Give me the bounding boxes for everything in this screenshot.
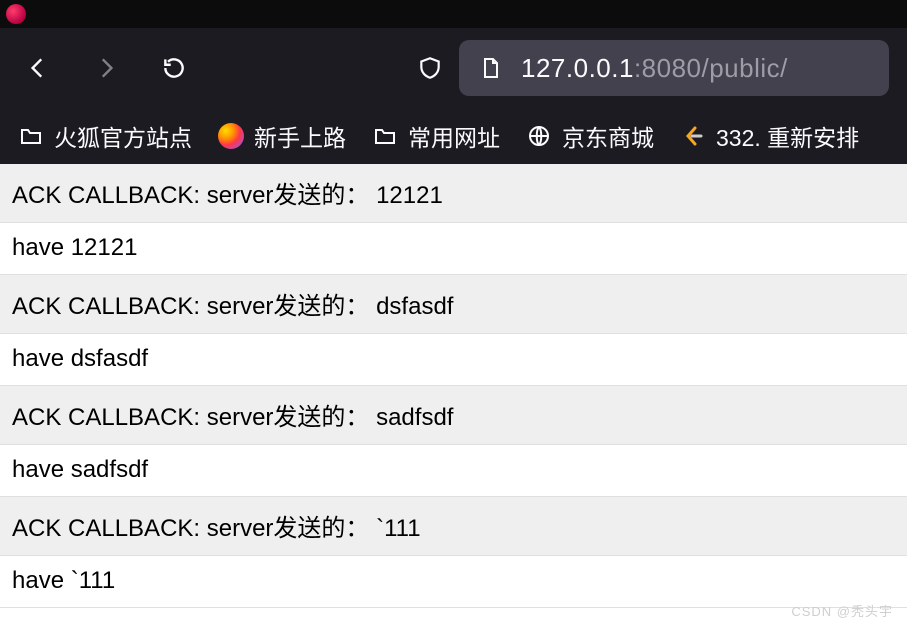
- url-bar[interactable]: 127.0.0.1:8080/public/: [459, 40, 889, 96]
- site-identity-button[interactable]: [473, 51, 507, 85]
- bookmark-item-common-sites[interactable]: 常用网址: [372, 119, 500, 153]
- watermark: CSDN @秃头宇: [791, 601, 893, 620]
- bookmark-label: 火狐官方站点: [54, 119, 192, 153]
- reload-button[interactable]: [154, 48, 194, 88]
- url-path: :8080/public/: [634, 53, 788, 83]
- leetcode-icon: [680, 123, 706, 149]
- bookmark-label: 332. 重新安排: [716, 119, 859, 153]
- back-button[interactable]: [18, 48, 58, 88]
- list-item: have sadfsdf: [0, 445, 907, 497]
- folder-icon: [372, 123, 398, 149]
- bookmark-item-leetcode-332[interactable]: 332. 重新安排: [680, 119, 859, 153]
- reload-icon: [161, 55, 187, 81]
- bookmark-label: 京东商城: [562, 119, 654, 153]
- active-tab-favicon: [6, 4, 26, 24]
- tab-strip: [0, 0, 907, 28]
- url-text: 127.0.0.1:8080/public/: [521, 53, 788, 84]
- arrow-right-icon: [93, 55, 119, 81]
- arrow-left-icon: [25, 55, 51, 81]
- list-item: have dsfasdf: [0, 334, 907, 386]
- bookmark-item-firefox-official[interactable]: 火狐官方站点: [18, 119, 192, 153]
- list-item: have `111: [0, 556, 907, 608]
- folder-icon: [18, 123, 44, 149]
- list-item: ACK CALLBACK: server发送的： dsfasdf: [0, 275, 907, 334]
- url-host: 127.0.0.1: [521, 53, 634, 83]
- firefox-icon: [218, 123, 244, 149]
- shield-icon: [417, 55, 443, 81]
- bookmark-label: 常用网址: [408, 119, 500, 153]
- tracking-protection-button[interactable]: [413, 51, 447, 85]
- list-item: ACK CALLBACK: server发送的： 12121: [0, 164, 907, 223]
- forward-button[interactable]: [86, 48, 126, 88]
- bookmark-item-jd[interactable]: 京东商城: [526, 119, 654, 153]
- list-item: have 12121: [0, 223, 907, 275]
- page-content: ACK CALLBACK: server发送的： 12121 have 1212…: [0, 164, 907, 608]
- bookmark-label: 新手上路: [254, 119, 346, 153]
- globe-icon: [526, 123, 552, 149]
- page-icon: [478, 56, 502, 80]
- list-item: ACK CALLBACK: server发送的： `111: [0, 497, 907, 556]
- bookmark-item-getting-started[interactable]: 新手上路: [218, 119, 346, 153]
- list-item: ACK CALLBACK: server发送的： sadfsdf: [0, 386, 907, 445]
- nav-bar: 127.0.0.1:8080/public/: [0, 28, 907, 108]
- bookmarks-bar: 火狐官方站点 新手上路 常用网址 京东商城 332. 重新安排: [0, 108, 907, 164]
